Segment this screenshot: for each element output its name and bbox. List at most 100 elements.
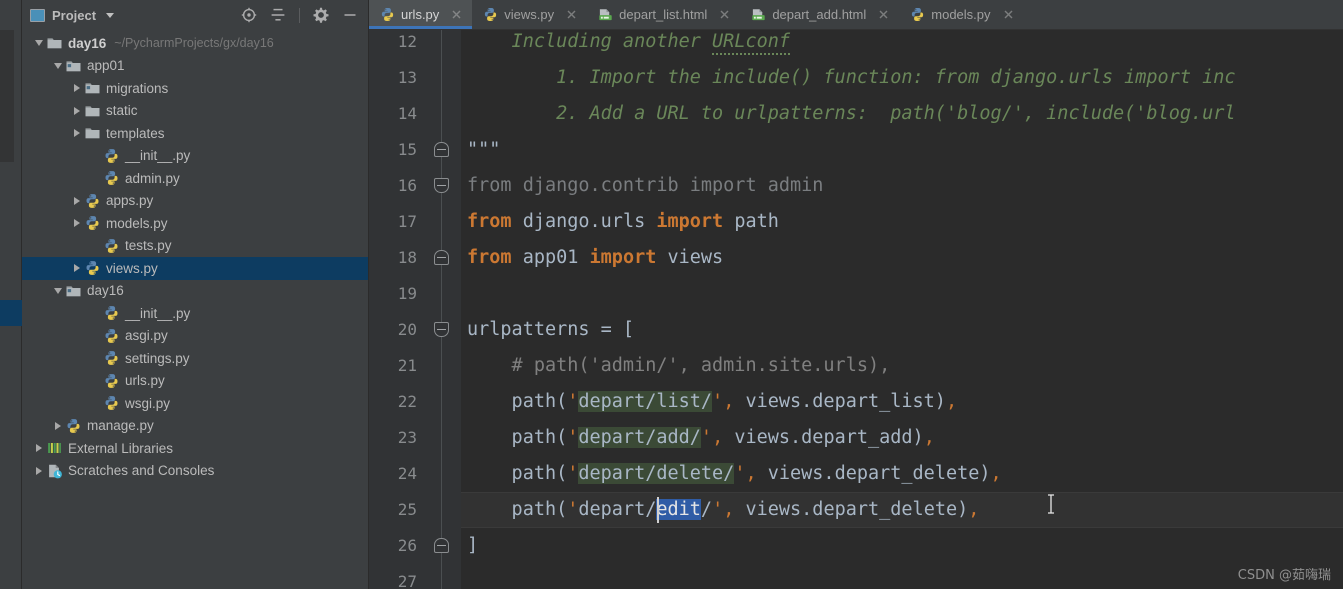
tree-item-external-libraries[interactable]: External Libraries: [22, 437, 368, 460]
code-line-16: from django.contrib import admin: [467, 175, 824, 196]
tree-item-wsgi-py[interactable]: wsgi.py: [22, 392, 368, 415]
chevron-right-icon[interactable]: [70, 257, 84, 279]
chevron-down-icon[interactable]: [51, 280, 65, 302]
editor-tab-label: views.py: [504, 7, 555, 22]
chevron-right-icon[interactable]: [70, 100, 84, 122]
python-file-icon: [103, 395, 120, 411]
tree-item-label: urls.py: [125, 373, 165, 388]
code-fold-marker[interactable]: [434, 322, 449, 337]
close-icon[interactable]: [877, 8, 890, 21]
tree-item-apps-py[interactable]: apps.py: [22, 190, 368, 213]
tree-item-manage-py[interactable]: manage.py: [22, 415, 368, 438]
minimize-icon[interactable]: [342, 7, 358, 23]
code-fold-marker[interactable]: [434, 178, 449, 193]
code-content[interactable]: Including another URLconf 1. Import the …: [461, 30, 1343, 589]
chevron-right-icon[interactable]: [70, 122, 84, 144]
python-file-icon: [65, 418, 82, 434]
pycharm-window: Project day16 ~/PycharmProjects/gx/day16…: [0, 0, 1343, 589]
line-number: 13: [397, 68, 417, 87]
editor-tab-depart-list-html[interactable]: depart_list.html: [587, 0, 740, 29]
editor-tab-depart-add-html[interactable]: depart_add.html: [740, 0, 899, 29]
editor-tab-urls-py[interactable]: urls.py: [369, 0, 473, 29]
tree-item-migrations[interactable]: migrations: [22, 77, 368, 100]
chevron-right-icon[interactable]: [70, 190, 84, 212]
chevron-right-icon[interactable]: [32, 437, 46, 459]
close-icon[interactable]: [718, 8, 731, 21]
close-icon[interactable]: [450, 8, 463, 21]
tree-item-static[interactable]: static: [22, 100, 368, 123]
chevron-right-icon[interactable]: [70, 212, 84, 234]
editor-tab-label: depart_add.html: [772, 7, 867, 22]
code-line-23: path('depart/add/', views.depart_add),: [467, 427, 935, 448]
tree-item--init-py[interactable]: __init__.py: [22, 302, 368, 325]
tree-item-label: views.py: [106, 260, 158, 276]
chevron-right-icon[interactable]: [32, 460, 46, 482]
project-panel-title[interactable]: Project: [30, 8, 115, 23]
line-number: 16: [397, 176, 417, 195]
tree-item-settings-py[interactable]: settings.py: [22, 347, 368, 370]
select-opened-file-icon[interactable]: [241, 7, 257, 23]
code-line-13: 1. Import the include() function: from d…: [467, 67, 1236, 88]
tree-item-app01[interactable]: app01: [22, 55, 368, 78]
tree-item-label: day16: [87, 283, 124, 298]
project-tree[interactable]: day16 ~/PycharmProjects/gx/day16 app01 migr…: [22, 30, 368, 589]
chevron-down-icon[interactable]: [51, 55, 65, 77]
chevron-down-icon[interactable]: [106, 12, 115, 18]
code-line-25: path('depart/edit/', views.depart_delete…: [467, 499, 980, 520]
python-file-icon: [483, 7, 498, 22]
code-fold-marker[interactable]: [434, 250, 449, 265]
code-line-21: # path('admin/', admin.site.urls),: [467, 355, 891, 376]
chevron-right-icon[interactable]: [51, 415, 65, 437]
tree-item-templates[interactable]: templates: [22, 122, 368, 145]
html-file-icon: [598, 7, 613, 22]
code-fold-marker[interactable]: [434, 142, 449, 157]
left-tool-window-bar[interactable]: [0, 0, 22, 589]
editor-tab-views-py[interactable]: views.py: [472, 0, 587, 29]
chevron-down-icon[interactable]: [32, 32, 46, 54]
tree-item-views-py[interactable]: views.py: [22, 257, 368, 280]
line-number: 14: [397, 104, 417, 123]
close-icon[interactable]: [565, 8, 578, 21]
line-number: 17: [397, 212, 417, 231]
tree-item-scratches-and-consoles[interactable]: Scratches and Consoles: [22, 460, 368, 483]
line-number: 23: [397, 428, 417, 447]
tool-strip-shadow: [0, 30, 14, 162]
python-file-icon: [103, 350, 120, 366]
gear-icon[interactable]: [313, 7, 329, 23]
folder-icon: [84, 125, 101, 141]
editor-gutter[interactable]: 12 13 14 15 16 17 18 19 20 21 22 23 24 25 26 27: [369, 30, 461, 589]
line-number: 18: [397, 248, 417, 267]
collapse-all-icon[interactable]: [270, 7, 286, 23]
tree-item-tests-py[interactable]: tests.py: [22, 235, 368, 258]
editor-tab-bar[interactable]: urls.py views.py depart_list.html depart_ad…: [369, 0, 1343, 30]
tree-item--init-py[interactable]: __init__.py: [22, 145, 368, 168]
scratches-icon: [46, 463, 63, 479]
tree-item-admin-py[interactable]: admin.py: [22, 167, 368, 190]
chevron-right-icon[interactable]: [70, 77, 84, 99]
python-file-icon: [103, 170, 120, 186]
line-number: 25: [397, 500, 417, 519]
tree-item-day16[interactable]: day16: [22, 280, 368, 303]
editor-tab-models-py[interactable]: models.py: [899, 0, 1023, 29]
python-file-icon: [380, 7, 395, 22]
tree-item-urls-py[interactable]: urls.py: [22, 370, 368, 393]
project-panel-toolbar: [241, 7, 362, 23]
tree-item-asgi-py[interactable]: asgi.py: [22, 325, 368, 348]
project-panel-header: Project: [22, 0, 368, 30]
tree-item-models-py[interactable]: models.py: [22, 212, 368, 235]
editor-tab-label: depart_list.html: [619, 7, 708, 22]
close-icon[interactable]: [1002, 8, 1015, 21]
code-fold-marker[interactable]: [434, 538, 449, 553]
code-editor[interactable]: 12 13 14 15 16 17 18 19 20 21 22 23 24 25 26 27 Includi…: [369, 30, 1343, 589]
tree-item-day16[interactable]: day16 ~/PycharmProjects/gx/day16: [22, 32, 368, 55]
